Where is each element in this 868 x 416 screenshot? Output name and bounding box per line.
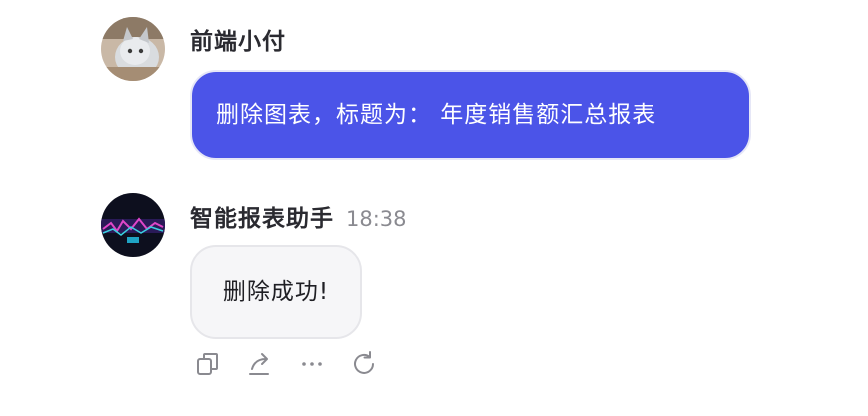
user-message-bubble[interactable]: 删除图表，标题为： 年度销售额汇总报表 bbox=[190, 70, 751, 160]
bot-avatar[interactable] bbox=[101, 193, 165, 257]
refresh-icon[interactable] bbox=[350, 350, 378, 378]
user-avatar[interactable] bbox=[101, 17, 165, 81]
user-name: 前端小付 bbox=[190, 29, 286, 55]
message-timestamp: 18:38 bbox=[346, 207, 407, 231]
bot-message-bubble[interactable]: 删除成功! bbox=[190, 245, 362, 339]
more-icon[interactable] bbox=[298, 350, 326, 378]
bot-name-row: 智能报表助手 18:38 bbox=[190, 199, 407, 233]
copy-icon[interactable] bbox=[194, 350, 222, 378]
bot-name: 智能报表助手 bbox=[190, 206, 334, 232]
share-icon[interactable] bbox=[246, 350, 274, 378]
